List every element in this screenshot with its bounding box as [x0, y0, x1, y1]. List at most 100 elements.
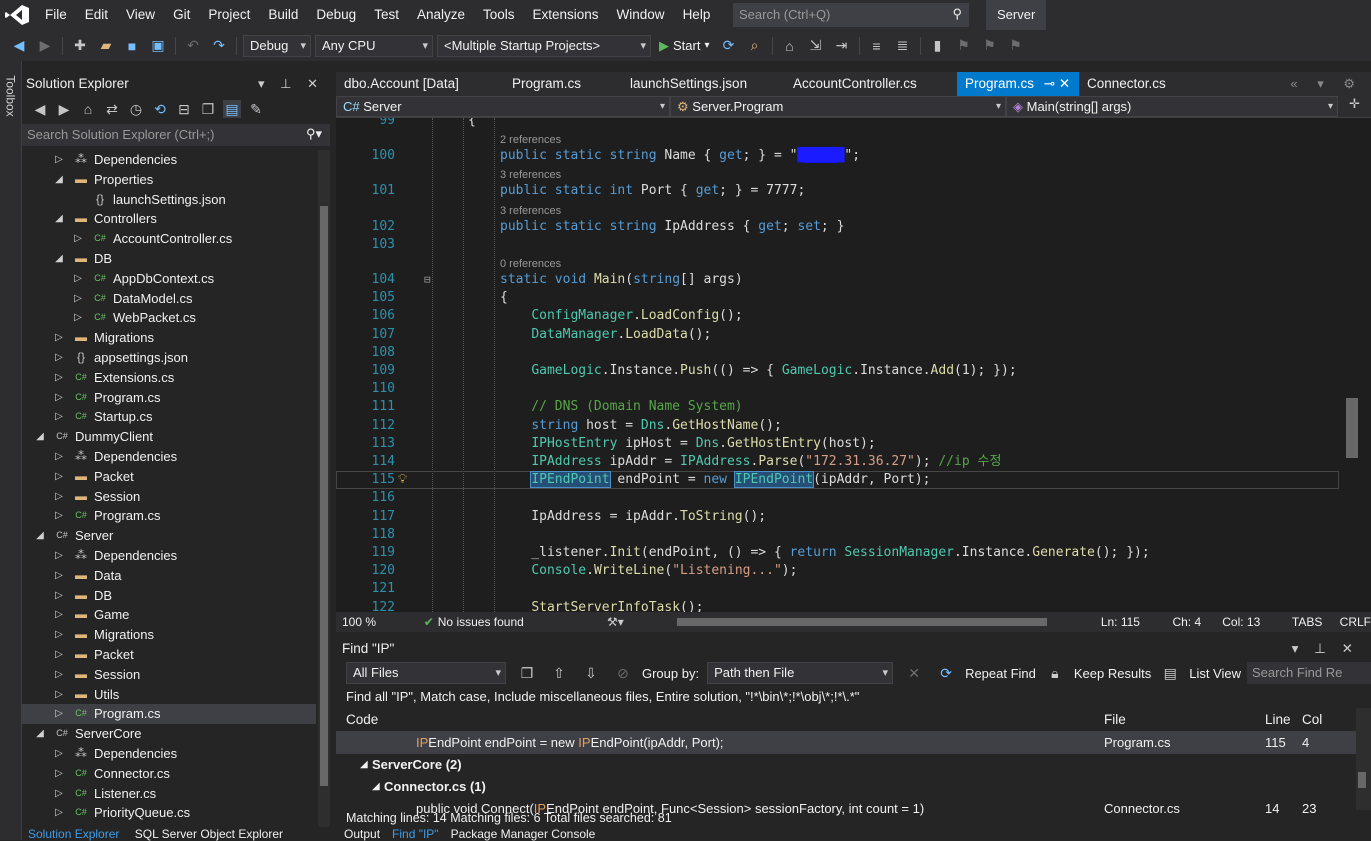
menu-window[interactable]: Window — [608, 0, 674, 30]
collapsed-arrow-icon[interactable]: ▷ — [53, 487, 65, 507]
collapsed-arrow-icon[interactable]: ▷ — [53, 150, 65, 170]
line-endings[interactable]: CRLF — [1340, 615, 1371, 629]
redo-icon[interactable]: ↷ — [210, 37, 228, 55]
collapsed-arrow-icon[interactable]: ▷ — [53, 368, 65, 388]
tab-solution-explorer[interactable]: Solution Explorer — [28, 827, 119, 841]
menu-analyze[interactable]: Analyze — [408, 0, 474, 30]
code-line[interactable]: 103 — [336, 236, 1339, 254]
collapsed-arrow-icon[interactable]: ▷ — [53, 803, 65, 823]
keep-results-button[interactable]: Keep Results — [1074, 666, 1151, 681]
issues-status[interactable]: No issues found — [438, 615, 607, 629]
toolbox-strip[interactable]: Toolbox — [0, 61, 22, 840]
tree-item[interactable]: ▷ ▬ Session — [22, 487, 316, 507]
horizontal-scrollbar[interactable] — [667, 617, 1065, 627]
scope-select[interactable]: All Files — [346, 662, 506, 684]
tree-item[interactable]: ▷ C# Extensions.cs — [22, 368, 316, 388]
menu-edit[interactable]: Edit — [76, 0, 117, 30]
project-nav-select[interactable]: C# Server — [336, 96, 670, 117]
tree-item[interactable]: ◢ ▬ DB — [22, 249, 316, 269]
collapsed-arrow-icon[interactable]: ▷ — [53, 328, 65, 348]
collapsed-arrow-icon[interactable]: ▷ — [53, 348, 65, 368]
menu-help[interactable]: Help — [674, 0, 720, 30]
tab-package-manager-console[interactable]: Package Manager Console — [451, 827, 596, 841]
clear-bookmarks-icon[interactable]: ⚑ — [1007, 37, 1025, 55]
tree-item[interactable]: ▷ ▬ Utils — [22, 685, 316, 705]
expanded-arrow-icon[interactable]: ◢ — [34, 526, 46, 546]
zoom-level[interactable]: 100 % — [342, 615, 402, 629]
tab-dbo-account-data-[interactable]: dbo.Account [Data] — [336, 72, 504, 96]
tab-output[interactable]: Output — [344, 827, 380, 841]
collapse-all-icon[interactable]: ⊟ — [175, 100, 193, 118]
collapsed-arrow-icon[interactable]: ▷ — [53, 645, 65, 665]
step-over-icon[interactable]: ⇥ — [833, 37, 851, 55]
uncomment-icon[interactable]: ≣ — [894, 37, 912, 55]
pane-controls[interactable]: ▾ ⊥ ✕ — [258, 72, 324, 96]
result-group[interactable]: ◢ ServerCore (2) — [336, 754, 1371, 776]
code-line[interactable]: 120 Console.WriteLine("Listening..."); — [336, 562, 1339, 580]
search-input[interactable]: Search (Ctrl+Q) ⚲ — [733, 3, 969, 27]
brush-icon[interactable]: ⚒▾ — [607, 615, 647, 629]
step-into-icon[interactable]: ⇲ — [807, 37, 825, 55]
home-icon[interactable]: ⌂ — [79, 100, 97, 118]
collapsed-arrow-icon[interactable]: ▷ — [53, 605, 65, 625]
lightbulb-icon[interactable]: 💡︎ — [398, 471, 407, 489]
tree-item[interactable]: ▷ C# WebPacket.cs — [22, 308, 316, 328]
tree-item[interactable]: ◢ C# Server — [22, 526, 316, 546]
tree-item[interactable]: ▷ C# PriorityQueue.cs — [22, 803, 316, 823]
tree-item[interactable]: ▷ ▬ Packet — [22, 645, 316, 665]
collapsed-arrow-icon[interactable]: ▷ — [53, 685, 65, 705]
tab-accountcontroller-cs[interactable]: AccountController.cs — [785, 72, 957, 96]
code-lens-references[interactable]: 2 references — [500, 134, 561, 146]
code-line[interactable]: ⊟ 104 static void Main(string[] args) — [336, 271, 1339, 289]
expanded-arrow-icon[interactable]: ◢ — [53, 249, 65, 269]
next-result-icon[interactable]: ⇩ — [582, 664, 600, 682]
member-nav-select[interactable]: ◈ Main(string[] args) — [1006, 96, 1338, 117]
code-line[interactable]: 101 public static int Port { get; } = 777… — [336, 182, 1339, 200]
code-editor[interactable]: 99 {2 references 100 public static string N… — [336, 118, 1339, 612]
forward-icon[interactable]: ▶ — [55, 100, 73, 118]
code-line[interactable]: 106 ConfigManager.LoadConfig(); — [336, 307, 1339, 325]
clear-filter-icon[interactable]: ⊘ — [614, 664, 632, 682]
switch-views-icon[interactable]: ⇄ — [103, 100, 121, 118]
tree-item[interactable]: ▷ C# Connector.cs — [22, 764, 316, 784]
tab-program-cs[interactable]: Program.cs ⊸ ✕ — [957, 72, 1079, 96]
split-icon[interactable]: ✛ — [1338, 96, 1371, 117]
tree-item[interactable]: ◢ C# DummyClient — [22, 427, 316, 447]
collapsed-arrow-icon[interactable]: ▷ — [53, 546, 65, 566]
collapsed-arrow-icon[interactable]: ▷ — [53, 586, 65, 606]
tree-item[interactable]: ▷ C# AccountController.cs — [22, 229, 316, 249]
open-file-icon[interactable]: ▰ — [97, 37, 115, 55]
collapsed-arrow-icon[interactable]: ▷ — [72, 289, 84, 309]
expanded-arrow-icon[interactable]: ◢ — [53, 170, 65, 190]
results-scrollbar[interactable] — [1356, 708, 1371, 810]
result-file-group[interactable]: ◢ Connector.cs (1) — [336, 776, 1371, 798]
code-lens-references[interactable]: 3 references — [500, 169, 561, 181]
tree-item[interactable]: ▷ ▬ Packet — [22, 467, 316, 487]
code-line[interactable]: 116 — [336, 489, 1339, 507]
collapsed-arrow-icon[interactable]: ▷ — [72, 269, 84, 289]
collapsed-arrow-icon[interactable]: ▷ — [72, 308, 84, 328]
column-file[interactable]: File — [1104, 712, 1126, 727]
code-line[interactable]: 118 — [336, 526, 1339, 544]
code-line[interactable]: 112 string host = Dns.GetHostName(); — [336, 417, 1339, 435]
code-line[interactable]: 110 — [336, 380, 1339, 398]
tree-item[interactable]: ◢ ▬ Properties — [22, 170, 316, 190]
tree-item[interactable]: ▷ ▬ Migrations — [22, 625, 316, 645]
code-line[interactable]: 117 IpAddress = ipAddr.ToString(); — [336, 508, 1339, 526]
preview-selected-icon[interactable]: ▤ — [223, 100, 241, 118]
new-project-icon[interactable]: ✚ — [71, 37, 89, 55]
browser-link-icon[interactable]: ⌂ — [781, 37, 799, 55]
back-icon[interactable]: ◀ — [31, 100, 49, 118]
tree-item[interactable]: ▷ C# Program.cs — [22, 388, 316, 408]
menu-project[interactable]: Project — [199, 0, 259, 30]
collapsed-arrow-icon[interactable]: ▷ — [53, 388, 65, 408]
type-nav-select[interactable]: ⚙ Server.Program — [670, 96, 1006, 117]
collapsed-arrow-icon[interactable]: ▷ — [53, 566, 65, 586]
tree-item[interactable]: ▷ C# Listener.cs — [22, 784, 316, 804]
pending-changes-filter-icon[interactable]: ◷ — [127, 100, 145, 118]
bookmark-icon[interactable]: ▮ — [929, 37, 947, 55]
tree-item[interactable]: ▷ C# Program.cs — [22, 506, 316, 526]
tab-launchsettings-json[interactable]: launchSettings.json — [622, 72, 785, 96]
menu-test[interactable]: Test — [365, 0, 408, 30]
expanded-arrow-icon[interactable]: ◢ — [53, 209, 65, 229]
